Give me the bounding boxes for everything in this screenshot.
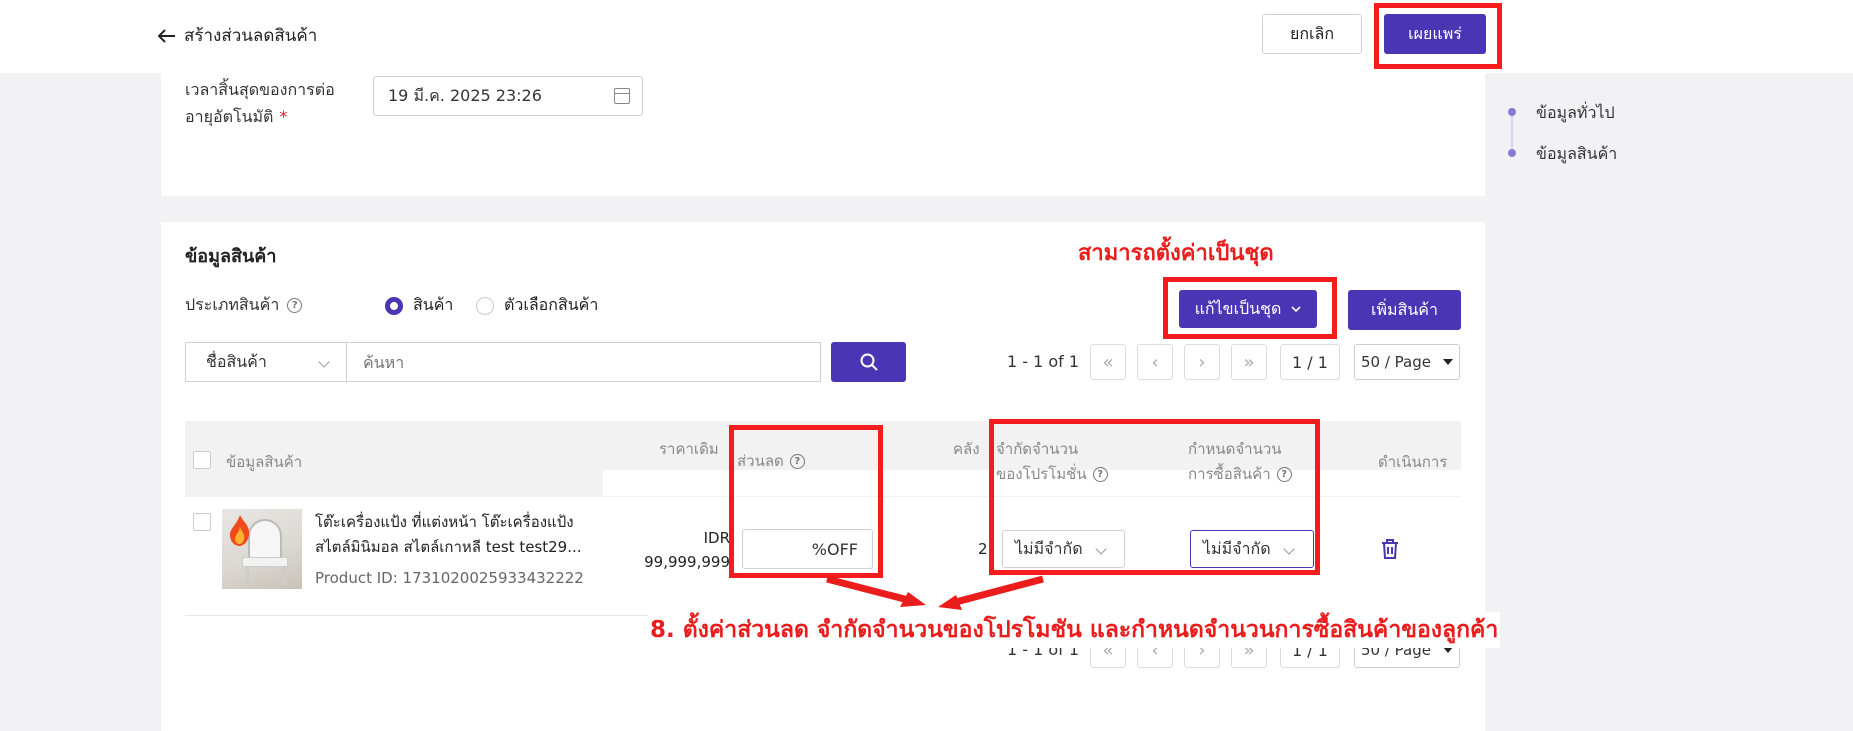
radio-checked-icon [385,296,403,315]
side-nav-products[interactable]: ข้อมูลสินค้า [1536,142,1617,167]
stock-value: 2 [978,540,988,558]
batch-edit-button[interactable]: แก้ไขเป็นชุด [1179,290,1317,328]
arrow-left-icon [158,28,175,43]
discount-input[interactable]: %OFF [742,529,873,569]
trash-icon[interactable] [1380,538,1400,560]
search-button[interactable] [831,342,906,382]
cancel-button[interactable]: ยกเลิก [1262,14,1362,54]
radio-product[interactable]: สินค้า [385,293,453,318]
pagination-range: 1 - 1 of 1 [1007,352,1080,371]
page-indicator[interactable]: 1 / 1 [1280,344,1340,380]
back-label: สร้างส่วนลดสินค้า [184,26,318,46]
help-icon: ? [287,298,303,313]
required-mark: * [279,107,288,126]
chevron-down-icon [1291,305,1301,312]
chevron-down-icon [1282,543,1295,555]
chevron-down-icon [1094,543,1107,555]
step8-annotation: 8. ตั้งค่าส่วนลด จำกัดจำนวนของโปรโมชัน แ… [648,612,1501,648]
search-input[interactable] [346,342,821,382]
side-nav-general[interactable]: ข้อมูลทั่วไป [1536,101,1615,126]
radio-unchecked-icon [476,296,494,315]
general-info-card [161,73,1485,196]
first-page-button[interactable]: « [1090,344,1126,380]
add-product-button[interactable]: เพิ่มสินค้า [1348,290,1461,330]
col-product-info: ข้อมูลสินค้า [226,453,303,471]
calendar-icon [614,88,630,104]
back-button[interactable]: สร้างส่วนลดสินค้า [158,22,317,49]
batch-annotation: สามารถตั้งค่าเป็นชุด [1078,241,1274,266]
col-original-price: ราคาเดิม [659,440,719,458]
publish-button[interactable]: เผยแพร่ [1384,14,1486,54]
prev-page-button[interactable]: ‹ [1137,344,1173,380]
dropdown-icon [1443,359,1453,365]
expiry-label: เวลาสิ้นสุดของการต่อ อายุอัตโนมัติ * [185,80,335,126]
chevron-down-icon [318,356,330,368]
search-field-select[interactable]: ชื่อสินค้า [185,342,347,382]
original-price: IDR 99,999,999 [644,529,730,571]
next-page-button[interactable]: › [1184,344,1220,380]
product-name: โต๊ะเครื่องแป้ง ที่แต่งหน้า โต๊ะเครื่องแ… [315,513,582,556]
product-id: Product ID: 1731020025933432222 [315,569,584,587]
fire-icon [230,515,250,546]
product-type-label: ประเภทสินค้า ? [185,293,303,318]
section-title: ข้อมูลสินค้า [185,246,277,267]
col-stock: คลัง [953,440,980,458]
purchase-limit-select[interactable]: ไม่มีจำกัด [1190,530,1314,568]
col-action: ดำเนินการ [1378,453,1448,471]
radio-variant[interactable]: ตัวเลือกสินค้า [476,293,598,318]
side-nav-dot [1508,149,1516,157]
page-size-select[interactable]: 50 / Page [1354,344,1460,380]
row-checkbox[interactable] [193,513,211,531]
promo-limit-select[interactable]: ไม่มีจำกัด [1002,530,1125,568]
search-icon [860,353,878,371]
select-all-checkbox[interactable] [193,451,211,469]
last-page-button[interactable]: » [1231,344,1267,380]
expiry-date-input[interactable]: 19 มี.ค. 2025 23:26 [373,76,643,116]
side-nav-dot [1508,108,1516,116]
product-thumbnail [222,509,302,589]
